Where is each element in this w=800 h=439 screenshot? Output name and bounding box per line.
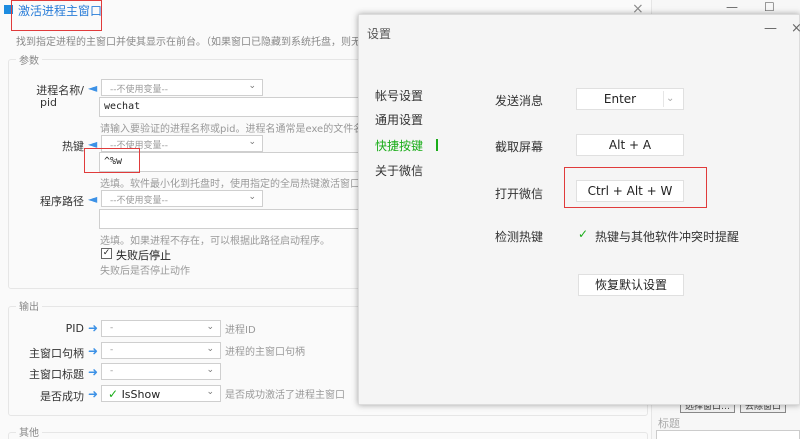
capture-screen-label: 截取屏幕 [495, 140, 544, 154]
open-wechat-label: 打开微信 [495, 187, 544, 201]
process-var-select-text: --不使用变量-- [110, 85, 168, 95]
chevron-down-icon: ⌄ [248, 81, 256, 91]
arrow-right-icon[interactable]: ➜ [88, 321, 98, 335]
send-message-label: 发送消息 [495, 94, 544, 108]
stop-on-fail-checkbox[interactable]: ✓ [101, 248, 112, 259]
window-title-select[interactable]: - ⌄ [101, 363, 221, 380]
handle-select[interactable]: - ⌄ [101, 342, 221, 359]
output-group-label: 输出 [16, 298, 42, 313]
process-label-pid: pid [39, 96, 57, 109]
close-icon[interactable]: × [791, 21, 800, 36]
other-group-label: 其他 [16, 424, 42, 439]
send-message-value: Enter [603, 92, 637, 106]
title-highlight-box [11, 0, 102, 31]
handle-select-text: - [110, 345, 114, 355]
nav-shortcut-keys[interactable]: 快捷按键 [375, 137, 423, 154]
path-var-select-text: --不使用变量-- [110, 196, 168, 206]
capture-screen-key[interactable]: Alt + A [576, 134, 684, 156]
nav-general-settings[interactable]: 通用设置 [375, 111, 423, 128]
arrow-right-icon[interactable]: ➜ [88, 344, 98, 358]
nav-about-wechat[interactable]: 关于微信 [375, 162, 423, 179]
send-message-select[interactable]: Enter ⌄ [576, 88, 684, 110]
chevron-down-icon: ⌄ [206, 322, 214, 332]
chevron-down-icon: ⌄ [206, 365, 214, 375]
hotkey-label: 热键 [62, 140, 84, 153]
minimize-icon[interactable]: — [726, 0, 738, 14]
window-title-select-text: - [110, 366, 114, 376]
stop-on-fail-hint: 失败后是否停止动作 [100, 266, 190, 277]
window-title-label: 主窗口标题 [29, 368, 84, 381]
chevron-down-icon: ⌄ [248, 192, 256, 202]
pid-select[interactable]: - ⌄ [101, 320, 221, 337]
handle-label: 主窗口句柄 [29, 347, 84, 360]
chevron-down-icon: ⌄ [206, 344, 214, 354]
stop-on-fail-label: 失败后停止 [116, 249, 171, 262]
hotkey-highlight-box [84, 148, 140, 173]
restore-defaults-button[interactable]: 恢复默认设置 [578, 274, 684, 296]
other-group [8, 432, 648, 439]
arrow-right-icon[interactable]: ➜ [88, 365, 98, 379]
success-label: 是否成功 [40, 390, 84, 403]
detect-hotkey-label: 检测热键 [495, 230, 544, 244]
chevron-down-icon: ⌄ [666, 93, 675, 104]
conflict-alert-label: 热键与其他软件冲突时提醒 [595, 230, 740, 244]
open-wechat-highlight-box [564, 167, 707, 208]
minimize-icon[interactable]: — [764, 21, 777, 36]
check-icon: ✓ [108, 387, 119, 401]
pid-label: PID [65, 322, 84, 335]
nav-active-indicator [436, 139, 438, 151]
nav-account-settings[interactable]: 帐号设置 [375, 87, 423, 104]
title-field-label: 标题 [658, 417, 680, 430]
process-input[interactable]: wechat [99, 97, 359, 117]
params-group-label: 参数 [16, 52, 42, 67]
chevron-down-icon: ⌄ [206, 387, 214, 397]
settings-title: 设置 [367, 27, 392, 41]
arrow-left-icon[interactable]: ◄ [88, 81, 97, 95]
path-input[interactable] [99, 209, 359, 229]
chevron-down-icon: ⌄ [248, 137, 256, 147]
path-label: 程序路径 [40, 195, 84, 208]
hotkey-hint: 选填。软件最小化到托盘时，使用指定的全局热键激活窗口。 [100, 179, 370, 190]
path-hint: 选填。如果进程不存在，可以根据此路径启动程序。 [100, 236, 330, 247]
success-desc: 是否成功激活了进程主窗口 [225, 390, 345, 401]
conflict-alert-checkbox[interactable]: ✓ [578, 227, 588, 241]
arrow-right-icon[interactable]: ➜ [88, 387, 98, 401]
pid-select-text: - [110, 323, 114, 333]
process-hint: 请输入要验证的进程名称或pid。进程名通常是exe的文件名 [100, 124, 364, 135]
title-field[interactable] [656, 430, 800, 439]
dialog-description: 找到指定进程的主窗口并使其显示在前台。（如果窗口已隐藏到系统托盘，则无 [16, 37, 361, 48]
maximize-icon[interactable]: ☐ [764, 0, 775, 14]
arrow-left-icon[interactable]: ◄ [88, 192, 97, 206]
settings-window: 设置 — × 帐号设置 通用设置 快捷按键 关于微信 发送消息 Enter ⌄ … [358, 14, 800, 405]
success-select-text: IsShow [121, 388, 161, 401]
process-var-select[interactable]: --不使用变量-- ⌄ [101, 79, 263, 96]
success-select[interactable]: ✓ IsShow ⌄ [101, 385, 221, 402]
pid-desc: 进程ID [225, 325, 256, 336]
select-divider [663, 91, 664, 107]
handle-desc: 进程的主窗口句柄 [225, 347, 305, 358]
path-var-select[interactable]: --不使用变量-- ⌄ [101, 190, 263, 207]
